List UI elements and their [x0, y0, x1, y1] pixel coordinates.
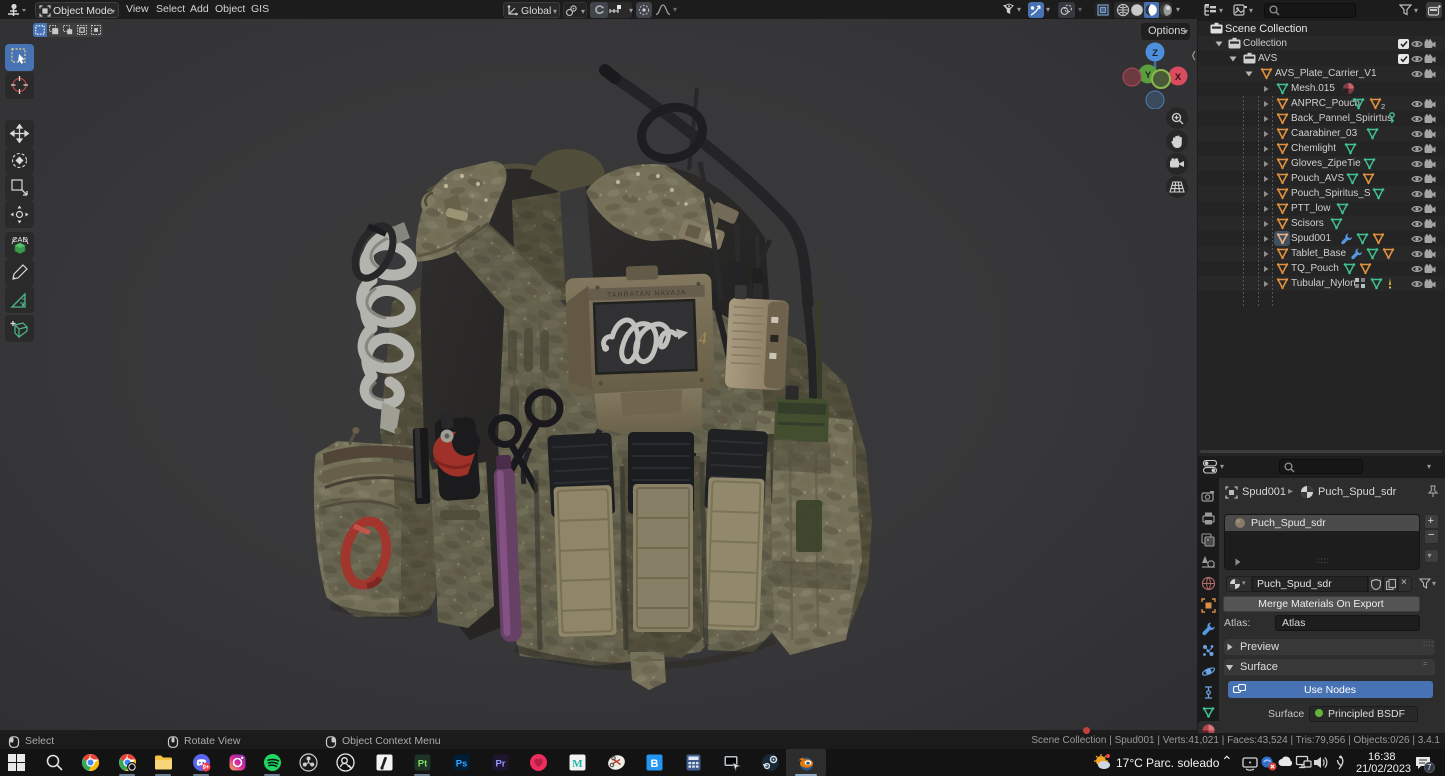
svg-text:M: M — [572, 758, 583, 770]
svg-text:Z: Z — [1152, 48, 1158, 59]
svg-text:X: X — [1175, 72, 1182, 83]
svg-text:9+: 9+ — [202, 765, 209, 771]
svg-text:Y: Y — [1145, 70, 1152, 81]
svg-text:Ps: Ps — [455, 759, 467, 770]
svg-text:4: 4 — [698, 329, 708, 348]
svg-text:Pt: Pt — [417, 759, 427, 770]
svg-text:Pr: Pr — [495, 759, 505, 770]
svg-text:B: B — [650, 758, 658, 770]
